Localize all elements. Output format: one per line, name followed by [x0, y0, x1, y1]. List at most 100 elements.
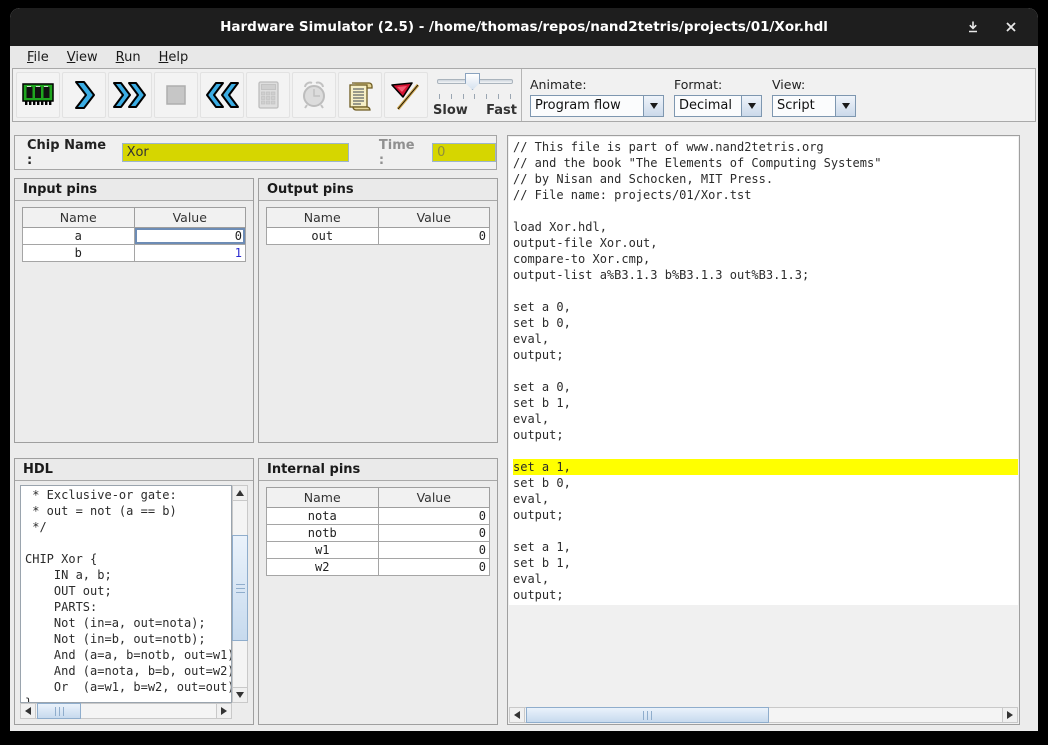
format-label: Format:	[674, 77, 762, 92]
pin-value: 0	[378, 508, 490, 525]
table-row: a 0	[23, 228, 246, 245]
chip-name-label: Chip Name :	[27, 138, 116, 168]
breakpoints-button[interactable]	[384, 72, 428, 118]
view-select[interactable]: Script	[772, 95, 856, 117]
format-group: Format: Decimal	[674, 77, 762, 117]
speed-slider: Slow Fast	[433, 70, 517, 120]
internal-pins-table: Name Value nota 0 notb 0 w1 0 w2 0	[266, 487, 490, 576]
scroll-left-button[interactable]	[20, 703, 36, 719]
value-column-header: Value	[378, 488, 490, 508]
code-line: Not (in=b, out=notb);	[25, 631, 231, 647]
code-line: set a 1,	[513, 459, 1018, 475]
pin-name: out	[267, 228, 379, 245]
table-header-row: Name Value	[267, 488, 490, 508]
slider-thumb[interactable]	[465, 73, 480, 90]
code-line: set b 1,	[513, 555, 1018, 571]
menu-file[interactable]: File	[18, 48, 58, 67]
view-label: View:	[772, 77, 856, 92]
code-line: output;	[513, 587, 1018, 603]
script-view: // This file is part of www.nand2tetris.…	[509, 137, 1018, 605]
view-dropdown-button[interactable]	[835, 96, 855, 116]
code-line: set b 0,	[513, 475, 1018, 491]
menu-view[interactable]: View	[58, 48, 107, 67]
chevron-down-icon	[748, 103, 756, 113]
code-line: Or (a=w1, b=w2, out=out);	[25, 679, 231, 695]
value-column-header: Value	[134, 208, 246, 228]
scroll-right-button[interactable]	[216, 703, 232, 719]
animate-dropdown-button[interactable]	[643, 96, 663, 116]
chip-name-field[interactable]: Xor	[122, 143, 349, 162]
double-chevron-left-icon	[203, 78, 241, 112]
code-line	[513, 283, 1018, 299]
code-line: IN a, b;	[25, 567, 231, 583]
name-column-header: Name	[267, 488, 379, 508]
minimize-icon	[966, 20, 980, 34]
breakpoint-flag-icon	[388, 78, 424, 112]
toolbar: Slow Fast Animate: Program flow Format: …	[12, 68, 1036, 122]
pin-value[interactable]: 0	[134, 228, 246, 245]
scroll-down-button[interactable]	[232, 687, 248, 703]
code-line: output;	[513, 347, 1018, 363]
scroll-right-button[interactable]	[1002, 707, 1018, 723]
input-pins-title: Input pins	[15, 179, 253, 201]
code-line: // File name: projects/01/Xor.tst	[513, 187, 1018, 203]
scrollbar-thumb[interactable]	[37, 703, 81, 719]
code-line: eval,	[513, 331, 1018, 347]
single-step-button[interactable]	[62, 72, 106, 118]
script-horizontal-scrollbar[interactable]	[509, 707, 1018, 723]
pin-value: 0	[378, 542, 490, 559]
pin-value: 0	[378, 559, 490, 576]
table-row: w1 0	[267, 542, 490, 559]
titlebar: Hardware Simulator (2.5) - /home/thomas/…	[10, 8, 1038, 46]
format-dropdown-button[interactable]	[741, 96, 761, 116]
pin-value: 0	[378, 525, 490, 542]
view-group: View: Script	[772, 77, 856, 117]
scrollbar-thumb[interactable]	[232, 535, 248, 641]
internal-pins-title: Internal pins	[259, 459, 497, 481]
calculator-icon	[251, 78, 285, 112]
double-chevron-right-icon	[111, 78, 149, 112]
code-line: */	[25, 519, 231, 535]
code-line: set a 0,	[513, 299, 1018, 315]
chevron-down-icon	[842, 103, 850, 113]
minimize-button[interactable]	[962, 17, 984, 37]
code-line	[513, 523, 1018, 539]
code-line: set b 1,	[513, 395, 1018, 411]
slider-ticks	[439, 94, 511, 99]
code-line	[513, 203, 1018, 219]
code-line: compare-to Xor.cmp,	[513, 251, 1018, 267]
hdl-panel: HDL * Exclusive-or gate: * out = not (a …	[14, 458, 254, 725]
hdl-horizontal-scrollbar[interactable]	[20, 703, 232, 719]
slider-fast-label: Fast	[486, 103, 517, 118]
app-window: Hardware Simulator (2.5) - /home/thomas/…	[10, 8, 1038, 731]
code-line: eval,	[513, 491, 1018, 507]
code-line: Not (in=a, out=nota);	[25, 615, 231, 631]
pin-value[interactable]: 1	[134, 245, 246, 262]
load-chip-button[interactable]	[16, 72, 60, 118]
table-header-row: Name Value	[267, 208, 490, 228]
format-select[interactable]: Decimal	[674, 95, 762, 117]
animate-select[interactable]: Program flow	[530, 95, 664, 117]
code-line: output-list a%B3.1.3 b%B3.1.3 out%B3.1.3…	[513, 267, 1018, 283]
scroll-left-button[interactable]	[509, 707, 525, 723]
scroll-up-button[interactable]	[232, 485, 248, 501]
script-scroll-icon	[343, 78, 377, 112]
table-row: w2 0	[267, 559, 490, 576]
table-row: out 0	[267, 228, 490, 245]
code-line: load Xor.hdl,	[513, 219, 1018, 235]
pin-value: 0	[378, 228, 490, 245]
menu-help[interactable]: Help	[150, 48, 198, 67]
close-button[interactable]	[1000, 17, 1022, 37]
input-pins-table: Name Value a 0 b 1	[22, 207, 246, 262]
hdl-vertical-scrollbar[interactable]	[232, 485, 248, 703]
run-button[interactable]	[108, 72, 152, 118]
scrollbar-thumb[interactable]	[526, 707, 769, 723]
code-line: output;	[513, 507, 1018, 523]
reset-button[interactable]	[200, 72, 244, 118]
load-script-button[interactable]	[338, 72, 382, 118]
value-column-header: Value	[378, 208, 490, 228]
menu-run[interactable]: Run	[107, 48, 150, 67]
code-line: * Exclusive-or gate:	[25, 487, 231, 503]
table-row: b 1	[23, 245, 246, 262]
triangle-right-icon	[221, 707, 231, 715]
